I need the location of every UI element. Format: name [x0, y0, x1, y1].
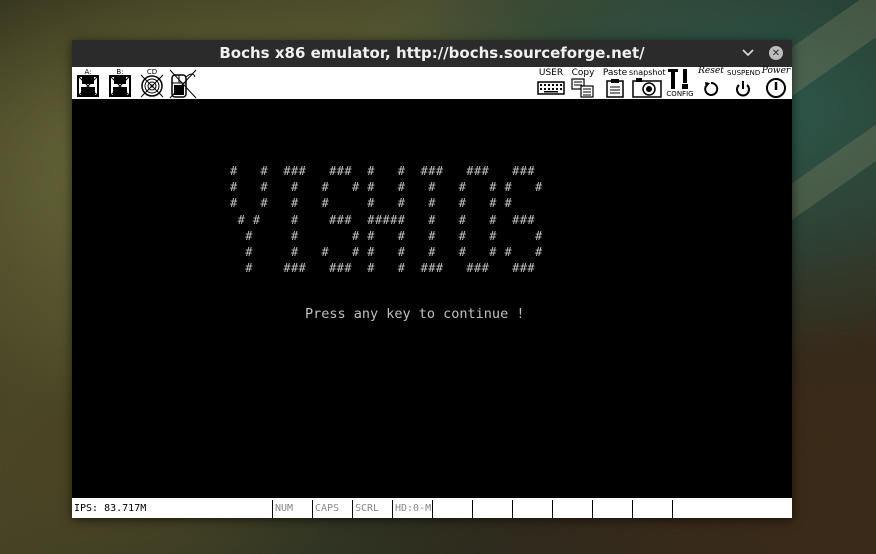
config-button[interactable]: CONFIG [665, 67, 695, 99]
snapshot-button[interactable]: snapshot [629, 67, 666, 99]
num-lock-status: NUM [272, 500, 312, 518]
ascii-banner: # # ### ### # # ### ### ### # # # # # # … [230, 164, 543, 276]
status-cell [432, 500, 472, 518]
reset-label: Reset [698, 66, 724, 76]
emulator-screen[interactable]: # # ### ### # # ### ### ### # # # # # # … [72, 100, 792, 498]
status-cell [552, 500, 592, 518]
paste-button[interactable]: Paste [602, 67, 628, 99]
hd-status: HD:0-M [392, 500, 432, 518]
suspend-icon [736, 81, 750, 97]
toolbar: A: B: CD USER Copy Paste snapshot CONFIG… [72, 66, 792, 100]
floppy-icon [77, 75, 99, 97]
status-cell [632, 500, 672, 518]
scroll-lock-status: SCRL [352, 500, 392, 518]
reset-button[interactable]: Reset [696, 66, 726, 99]
user-label: USER [538, 68, 564, 78]
caps-lock-status: CAPS [312, 500, 352, 518]
floppy-b-button[interactable]: B: [107, 67, 133, 99]
copy-icon [571, 78, 594, 98]
keyboard-icon [537, 81, 565, 95]
suspend-label: SUSPEND [727, 69, 761, 77]
suspend-button[interactable]: SUSPEND [727, 67, 761, 99]
cdrom-icon [140, 74, 164, 98]
title-bar[interactable]: Bochs x86 emulator, http://bochs.sourcef… [72, 40, 792, 67]
user-button[interactable]: USER [535, 67, 567, 99]
config-label: CONFIG [666, 90, 694, 98]
floppy-a-button[interactable]: A: [75, 67, 101, 99]
reset-icon [704, 81, 719, 96]
cdrom-button[interactable]: CD [138, 67, 166, 99]
window-title: Bochs x86 emulator, http://bochs.sourcef… [219, 44, 645, 62]
power-button[interactable]: Power [760, 66, 792, 99]
copy-button[interactable]: Copy [570, 67, 596, 99]
config-icon [668, 69, 688, 89]
close-icon[interactable]: ✕ [769, 46, 783, 60]
power-label: Power [761, 66, 791, 76]
continue-prompt: Press any key to continue ! [305, 306, 525, 322]
status-cell [512, 500, 552, 518]
floppy-icon [109, 75, 131, 97]
status-cell [472, 500, 512, 518]
bochs-window: Bochs x86 emulator, http://bochs.sourcef… [72, 40, 792, 518]
copy-label: Copy [571, 68, 595, 78]
ips-status: IPS: 83.717M [74, 503, 147, 514]
status-cell [672, 500, 792, 518]
minimize-icon[interactable] [740, 45, 756, 61]
status-cell [592, 500, 632, 518]
power-icon [766, 78, 786, 98]
status-bar: IPS: 83.717M NUM CAPS SCRL HD:0-M [72, 498, 792, 518]
camera-icon [632, 78, 662, 98]
paste-icon [606, 79, 624, 98]
mouse-icon [169, 69, 197, 99]
paste-label: Paste [602, 68, 628, 78]
mouse-button[interactable] [168, 67, 198, 99]
